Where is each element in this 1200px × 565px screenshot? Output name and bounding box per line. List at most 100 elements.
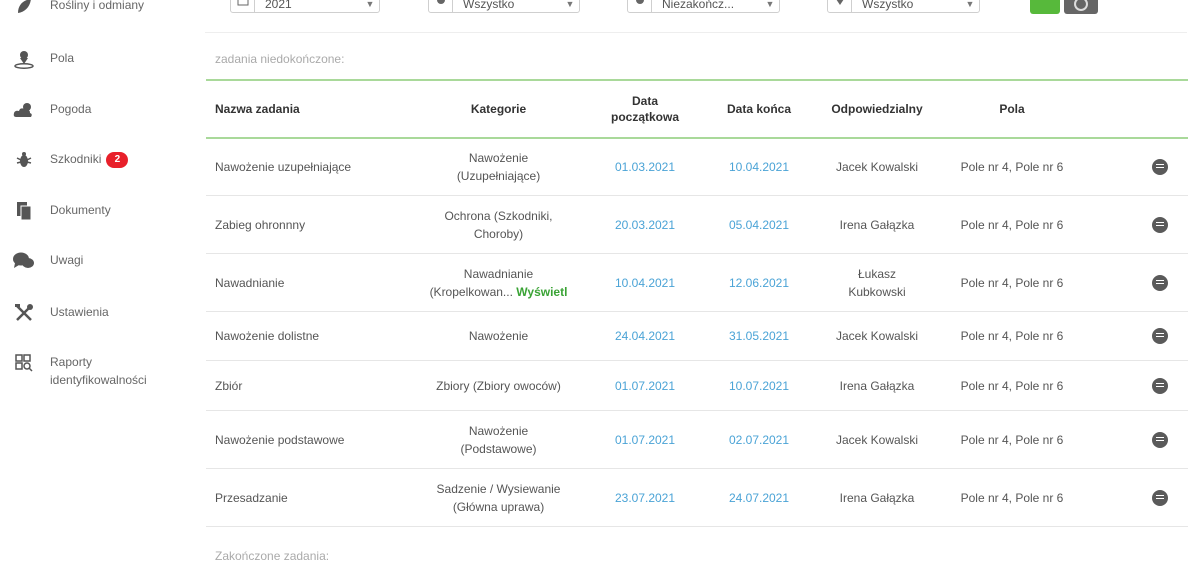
task-start-date: 20.03.2021 bbox=[614, 217, 676, 232]
task-category-line1: Nawadnianie bbox=[463, 266, 534, 281]
section-title-finished: Zakończone zadania: bbox=[215, 549, 330, 563]
clock-icon bbox=[628, 0, 652, 12]
table-row[interactable]: Zabieg ohronnny Ochrona (Szkodniki, Chor… bbox=[206, 196, 1188, 254]
task-category: Nawożenie (Uzupełniające) bbox=[456, 151, 541, 183]
sidebar-item-settings[interactable]: Ustawienia bbox=[12, 302, 109, 324]
status-filter[interactable]: Niezakończ... ▼ bbox=[627, 0, 780, 13]
task-fields: Pole nr 4, Pole nr 6 bbox=[960, 378, 1064, 393]
task-start-date: 24.04.2021 bbox=[614, 329, 676, 343]
task-end-date: 05.04.2021 bbox=[728, 217, 790, 232]
task-category: Nawożenie (Podstawowe) bbox=[460, 423, 537, 456]
task-start-date: 23.07.2021 bbox=[614, 490, 676, 505]
table-row[interactable]: Zbiór Zbiory (Zbiory owoców) 01.07.2021 … bbox=[206, 361, 1188, 411]
sidebar-item-fields[interactable]: Pola bbox=[12, 48, 74, 70]
task-name: Nawożenie dolistne bbox=[215, 329, 320, 343]
chevron-down-icon: ▼ bbox=[565, 0, 575, 9]
task-end-date: 31.05.2021 bbox=[728, 329, 790, 343]
task-name: Nawożenie podstawowe bbox=[215, 432, 345, 447]
menu-icon[interactable] bbox=[1152, 159, 1168, 175]
table-row[interactable]: Nawożenie uzupełniające Nawożenie (Uzupe… bbox=[206, 139, 1188, 196]
task-category: Zbiory (Zbiory owoców) bbox=[436, 378, 561, 393]
show-more-link[interactable]: Wyświetl bbox=[516, 285, 567, 299]
task-responsible: Irena Gałązka bbox=[839, 378, 915, 393]
notification-badge: 2 bbox=[106, 151, 129, 168]
divider bbox=[205, 32, 1187, 33]
sidebar-item-label: Dokumenty bbox=[50, 203, 111, 217]
report-search-icon bbox=[12, 352, 36, 374]
task-start-date: 01.07.2021 bbox=[614, 432, 676, 447]
chat-bubbles-icon bbox=[12, 250, 36, 272]
bug-icon bbox=[12, 149, 36, 171]
task-responsible: Irena Gałązka bbox=[839, 490, 915, 505]
header-fields[interactable]: Pola bbox=[931, 102, 1093, 116]
year-filter[interactable]: 2021 ▼ bbox=[230, 0, 380, 13]
task-end-date: 02.07.2021 bbox=[728, 432, 790, 447]
task-name: Zabieg ohronnny bbox=[215, 217, 306, 232]
chevron-down-icon: ▼ bbox=[965, 0, 975, 9]
sidebar-item-label: Ustawienia bbox=[50, 305, 109, 319]
task-end-date: 10.04.2021 bbox=[728, 160, 790, 174]
header-responsible[interactable]: Odpowiedzialny bbox=[823, 100, 931, 118]
task-name: Przesadzanie bbox=[215, 490, 288, 505]
header-end-date[interactable]: Data końca bbox=[695, 102, 823, 116]
menu-icon[interactable] bbox=[1152, 489, 1168, 506]
sidebar-item-reports[interactable]: Raporty identyfikowalności bbox=[12, 352, 180, 389]
table-row[interactable]: Nawożenie podstawowe Nawożenie (Podstawo… bbox=[206, 411, 1188, 469]
task-end-date: 24.07.2021 bbox=[728, 490, 790, 505]
reset-filter-button[interactable] bbox=[1064, 0, 1098, 14]
section-title-unfinished: zadania niedokończone: bbox=[215, 52, 345, 66]
refresh-icon bbox=[1074, 0, 1088, 11]
sidebar-item-pests[interactable]: Szkodniki 2 bbox=[12, 149, 129, 171]
chevron-down-icon: ▼ bbox=[365, 0, 375, 9]
task-fields: Pole nr 4, Pole nr 6 bbox=[960, 217, 1064, 232]
task-end-date: 12.06.2021 bbox=[728, 275, 790, 290]
documents-icon bbox=[12, 200, 36, 222]
task-fields: Pole nr 4, Pole nr 6 bbox=[960, 329, 1064, 343]
task-responsible: Jacek Kowalski bbox=[835, 160, 919, 174]
menu-icon[interactable] bbox=[1152, 377, 1168, 394]
table-row[interactable]: Nawożenie dolistne Nawożenie 24.04.2021 … bbox=[206, 312, 1188, 361]
task-category: Nawadnianie (Kropelkowan... Wyświetl bbox=[402, 265, 595, 301]
apply-filter-button[interactable] bbox=[1030, 0, 1060, 14]
year-filter-value: 2021 bbox=[265, 0, 292, 11]
header-name[interactable]: Nazwa zadania bbox=[206, 102, 402, 116]
leaf-icon bbox=[429, 0, 453, 12]
sidebar-item-notes[interactable]: Uwagi bbox=[12, 250, 83, 272]
field-filter[interactable]: Wszystko ▼ bbox=[827, 0, 980, 13]
menu-icon[interactable] bbox=[1152, 274, 1168, 291]
task-start-date: 10.04.2021 bbox=[614, 275, 676, 290]
task-category: Ochrona (Szkodniki, Choroby) bbox=[444, 208, 553, 241]
task-fields: Pole nr 4, Pole nr 6 bbox=[960, 490, 1064, 505]
task-responsible: Jacek Kowalski bbox=[835, 329, 919, 343]
map-pin-icon bbox=[828, 0, 852, 12]
sidebar-item-weather[interactable]: Pogoda bbox=[12, 99, 91, 121]
menu-icon[interactable] bbox=[1152, 328, 1168, 344]
task-fields: Pole nr 4, Pole nr 6 bbox=[960, 160, 1064, 174]
sidebar-item-label: Uwagi bbox=[50, 253, 84, 267]
task-start-date: 01.07.2021 bbox=[614, 378, 676, 393]
leaf-icon bbox=[12, 0, 36, 17]
tasks-table: Nazwa zadania Kategorie Data początkowa … bbox=[206, 79, 1188, 527]
header-category[interactable]: Kategorie bbox=[402, 100, 595, 118]
table-row[interactable]: Nawadnianie Nawadnianie (Kropelkowan... … bbox=[206, 254, 1188, 312]
header-start-date[interactable]: Data początkowa bbox=[600, 93, 690, 125]
task-name: Nawadnianie bbox=[215, 275, 285, 290]
task-category: Nawożenie bbox=[468, 329, 529, 343]
task-responsible: Łukasz Kubkowski bbox=[848, 266, 906, 299]
menu-icon[interactable] bbox=[1152, 216, 1168, 233]
field-filter-value: Wszystko bbox=[862, 0, 914, 11]
sidebar-item-label: Pola bbox=[50, 51, 75, 65]
task-name: Zbiór bbox=[215, 378, 243, 393]
calendar-icon bbox=[231, 0, 255, 12]
task-name: Nawożenie uzupełniające bbox=[215, 160, 352, 174]
table-row[interactable]: Przesadzanie Sadzenie / Wysiewanie (Głów… bbox=[206, 469, 1188, 527]
sidebar-item-documents[interactable]: Dokumenty bbox=[12, 200, 111, 222]
task-fields: Pole nr 4, Pole nr 6 bbox=[960, 432, 1064, 447]
menu-icon[interactable] bbox=[1152, 431, 1168, 448]
task-responsible: Irena Gałązka bbox=[839, 217, 915, 232]
sidebar-item-plants[interactable]: Rośliny i odmiany bbox=[12, 0, 144, 17]
task-end-date: 10.07.2021 bbox=[728, 378, 790, 393]
map-pin-icon bbox=[12, 48, 36, 70]
table-header: Nazwa zadania Kategorie Data początkowa … bbox=[206, 79, 1188, 139]
category-filter[interactable]: Wszystko ▼ bbox=[428, 0, 580, 13]
